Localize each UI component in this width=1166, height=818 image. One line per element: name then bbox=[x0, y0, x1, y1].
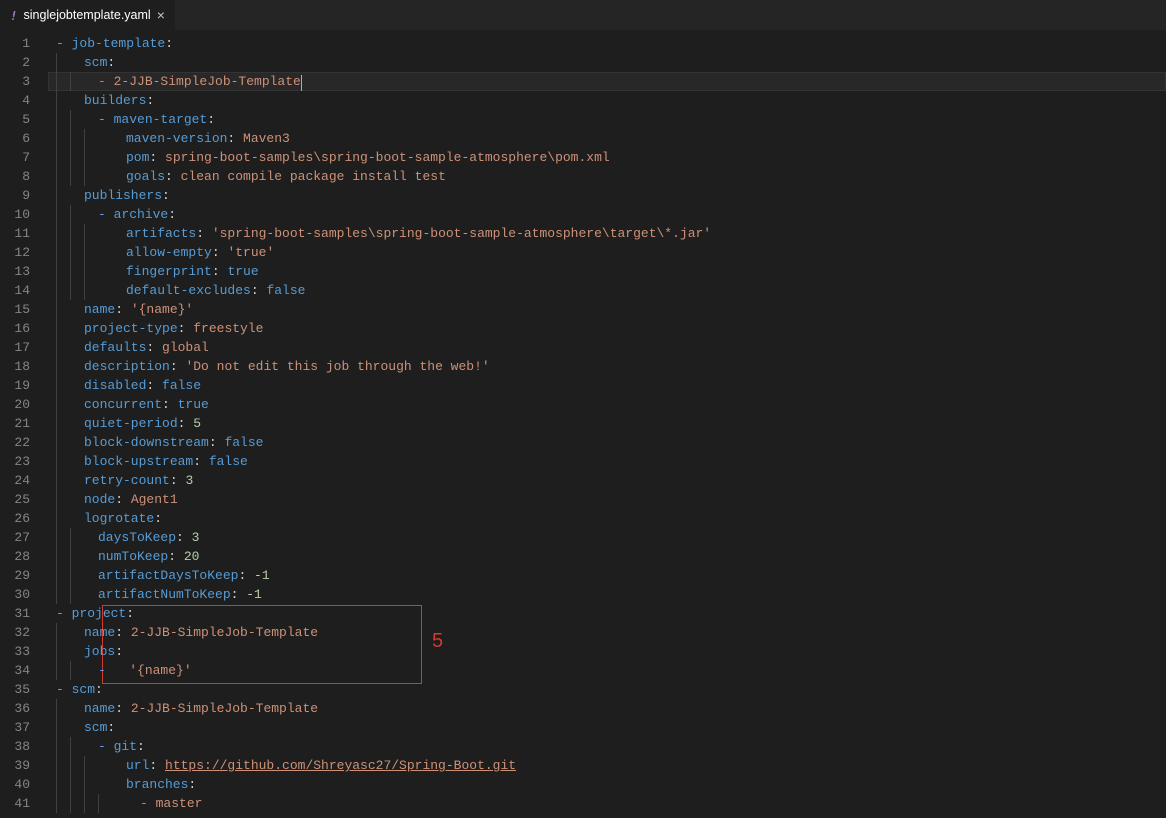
code-line[interactable]: - scm: bbox=[48, 680, 1166, 699]
line-number: 35 bbox=[0, 680, 48, 699]
code-area[interactable]: 5 - job-template:scm:- 2-JJB-SimpleJob-T… bbox=[48, 30, 1166, 818]
editor-tab[interactable]: ! singlejobtemplate.yaml × bbox=[0, 0, 176, 30]
code-line[interactable]: node: Agent1 bbox=[48, 490, 1166, 509]
line-number: 18 bbox=[0, 357, 48, 376]
line-number: 31 bbox=[0, 604, 48, 623]
line-number: 38 bbox=[0, 737, 48, 756]
line-number: 30 bbox=[0, 585, 48, 604]
code-line[interactable]: artifactNumToKeep: -1 bbox=[48, 585, 1166, 604]
code-line[interactable]: project-type: freestyle bbox=[48, 319, 1166, 338]
code-line[interactable]: artifacts: 'spring-boot-samples\spring-b… bbox=[48, 224, 1166, 243]
code-line[interactable]: - git: bbox=[48, 737, 1166, 756]
text-cursor bbox=[301, 75, 302, 91]
code-line[interactable]: description: 'Do not edit this job throu… bbox=[48, 357, 1166, 376]
code-line[interactable]: goals: clean compile package install tes… bbox=[48, 167, 1166, 186]
code-line[interactable]: - maven-target: bbox=[48, 110, 1166, 129]
code-line[interactable]: jobs: bbox=[48, 642, 1166, 661]
code-line[interactable]: - master bbox=[48, 794, 1166, 813]
line-number: 9 bbox=[0, 186, 48, 205]
line-number: 7 bbox=[0, 148, 48, 167]
code-line[interactable]: name: 2-JJB-SimpleJob-Template bbox=[48, 699, 1166, 718]
code-line[interactable]: retry-count: 3 bbox=[48, 471, 1166, 490]
code-line[interactable]: maven-version: Maven3 bbox=[48, 129, 1166, 148]
line-number: 26 bbox=[0, 509, 48, 528]
code-line[interactable]: name: 2-JJB-SimpleJob-Template bbox=[48, 623, 1166, 642]
line-number: 24 bbox=[0, 471, 48, 490]
line-number: 25 bbox=[0, 490, 48, 509]
code-line[interactable]: concurrent: true bbox=[48, 395, 1166, 414]
code-line[interactable]: scm: bbox=[48, 718, 1166, 737]
line-number: 21 bbox=[0, 414, 48, 433]
code-line[interactable]: fingerprint: true bbox=[48, 262, 1166, 281]
tab-filename: singlejobtemplate.yaml bbox=[24, 8, 151, 22]
code-line[interactable]: scm: bbox=[48, 53, 1166, 72]
code-line[interactable]: daysToKeep: 3 bbox=[48, 528, 1166, 547]
code-line[interactable]: - 2-JJB-SimpleJob-Template bbox=[48, 72, 1166, 91]
code-line[interactable]: pom: spring-boot-samples\spring-boot-sam… bbox=[48, 148, 1166, 167]
line-number: 20 bbox=[0, 395, 48, 414]
yaml-file-icon: ! bbox=[10, 8, 18, 23]
line-number: 3 bbox=[0, 72, 48, 91]
code-line[interactable]: url: https://github.com/Shreyasc27/Sprin… bbox=[48, 756, 1166, 775]
editor[interactable]: 1234567891011121314151617181920212223242… bbox=[0, 30, 1166, 818]
line-number: 13 bbox=[0, 262, 48, 281]
line-number: 41 bbox=[0, 794, 48, 813]
line-number: 39 bbox=[0, 756, 48, 775]
code-line[interactable]: block-downstream: false bbox=[48, 433, 1166, 452]
line-number: 28 bbox=[0, 547, 48, 566]
line-number: 12 bbox=[0, 243, 48, 262]
code-line[interactable]: block-upstream: false bbox=[48, 452, 1166, 471]
line-number: 27 bbox=[0, 528, 48, 547]
code-line[interactable]: builders: bbox=[48, 91, 1166, 110]
line-number: 1 bbox=[0, 34, 48, 53]
line-number: 37 bbox=[0, 718, 48, 737]
line-number: 11 bbox=[0, 224, 48, 243]
code-line[interactable]: artifactDaysToKeep: -1 bbox=[48, 566, 1166, 585]
line-number-gutter: 1234567891011121314151617181920212223242… bbox=[0, 30, 48, 818]
code-line[interactable]: publishers: bbox=[48, 186, 1166, 205]
line-number: 29 bbox=[0, 566, 48, 585]
line-number: 32 bbox=[0, 623, 48, 642]
code-line[interactable]: quiet-period: 5 bbox=[48, 414, 1166, 433]
line-number: 6 bbox=[0, 129, 48, 148]
code-line[interactable]: - project: bbox=[48, 604, 1166, 623]
code-line[interactable]: logrotate: bbox=[48, 509, 1166, 528]
line-number: 4 bbox=[0, 91, 48, 110]
code-line[interactable]: - archive: bbox=[48, 205, 1166, 224]
line-number: 36 bbox=[0, 699, 48, 718]
code-line[interactable]: branches: bbox=[48, 775, 1166, 794]
line-number: 16 bbox=[0, 319, 48, 338]
code-line[interactable]: numToKeep: 20 bbox=[48, 547, 1166, 566]
line-number: 2 bbox=[0, 53, 48, 72]
code-line[interactable]: defaults: global bbox=[48, 338, 1166, 357]
line-number: 33 bbox=[0, 642, 48, 661]
code-line[interactable]: - '{name}' bbox=[48, 661, 1166, 680]
line-number: 15 bbox=[0, 300, 48, 319]
line-number: 22 bbox=[0, 433, 48, 452]
line-number: 17 bbox=[0, 338, 48, 357]
line-number: 5 bbox=[0, 110, 48, 129]
tab-bar: ! singlejobtemplate.yaml × bbox=[0, 0, 1166, 30]
code-line[interactable]: allow-empty: 'true' bbox=[48, 243, 1166, 262]
code-line[interactable]: - job-template: bbox=[48, 34, 1166, 53]
line-number: 40 bbox=[0, 775, 48, 794]
code-line[interactable]: name: '{name}' bbox=[48, 300, 1166, 319]
close-icon[interactable]: × bbox=[157, 7, 165, 23]
code-line[interactable]: disabled: false bbox=[48, 376, 1166, 395]
line-number: 23 bbox=[0, 452, 48, 471]
line-number: 19 bbox=[0, 376, 48, 395]
line-number: 8 bbox=[0, 167, 48, 186]
line-number: 10 bbox=[0, 205, 48, 224]
line-number: 34 bbox=[0, 661, 48, 680]
line-number: 14 bbox=[0, 281, 48, 300]
code-line[interactable]: default-excludes: false bbox=[48, 281, 1166, 300]
